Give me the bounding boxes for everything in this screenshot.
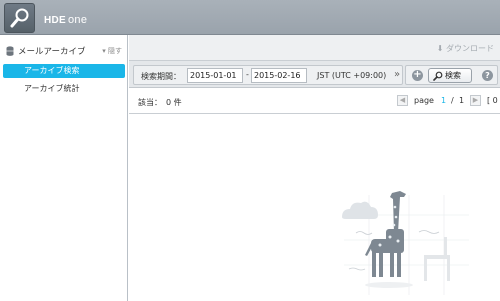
result-summary-bar: 該当： 0 件 ◀ page 1 / 1 ▶ [ 0 [129,89,500,114]
sidebar: メールアーカイブ ▾ 隠す アーカイブ検索 アーカイブ統計 [0,35,128,301]
search-button[interactable]: 検索 [428,68,472,83]
date-separator: - [246,70,249,79]
help-icon[interactable]: ? [482,70,493,81]
current-page[interactable]: 1 [441,96,446,105]
page-size-selector[interactable]: [ 0 [487,96,498,105]
search-actions: + 検索 ? [405,65,498,85]
brand-name: HDE one [44,14,87,26]
search-toolbar: 検索期間： 2015-01-01 - 2015-02-16 JST (UTC +… [129,61,500,88]
brand-bold: HDE [44,15,67,26]
sidebar-section-header: メールアーカイブ ▾ 隠す [6,45,124,57]
download-button[interactable]: ⬇ ダウンロード [437,43,494,54]
period-label: 検索期間： [141,72,181,81]
app-window: HDE one メールアーカイブ ▾ 隠す アーカイブ検索 アーカイブ統計 ⬇ ダ… [0,0,500,301]
app-logo[interactable] [4,3,35,33]
search-criteria-group: 検索期間： 2015-01-01 - 2015-02-16 JST (UTC +… [133,65,403,85]
pagination: ◀ page 1 / 1 ▶ [ 0 [397,95,500,108]
page-label: page [414,96,434,105]
main-panel: ⬇ ダウンロード 検索期間： 2015-01-01 - 2015-02-16 J… [129,35,500,301]
sidebar-section-title: メールアーカイブ [18,47,86,57]
search-icon [433,71,443,81]
date-to-input[interactable]: 2015-02-16 [251,68,307,83]
expand-criteria-button[interactable]: » [394,69,400,80]
sidebar-item-label: アーカイブ統計 [24,84,80,93]
sidebar-item-archive-stats[interactable]: アーカイブ統計 [3,82,125,96]
page-slash: / [451,96,454,105]
hide-label: 隠す [108,47,122,55]
result-count-value: 0 件 [166,98,182,107]
sidebar-hide-link[interactable]: ▾ 隠す [102,46,122,56]
result-count-label: 該当： [138,98,162,107]
search-icon [10,8,29,28]
sidebar-item-label: アーカイブ検索 [24,66,80,75]
results-area [129,115,500,301]
prev-page-button[interactable]: ◀ [397,95,408,106]
brand-light: one [68,14,88,26]
download-bar: ⬇ ダウンロード [129,35,500,61]
empty-state-giraffe-illustration [342,191,469,295]
date-from-input[interactable]: 2015-01-01 [187,68,243,83]
next-page-button[interactable]: ▶ [470,95,481,106]
add-condition-icon[interactable]: + [412,70,423,81]
timezone-label: JST (UTC +09:00) [317,71,387,80]
top-header: HDE one [0,0,500,35]
download-label: ダウンロード [446,44,494,53]
search-button-label: 検索 [445,71,461,80]
sidebar-item-archive-search[interactable]: アーカイブ検索 [3,64,125,78]
database-icon [6,46,14,56]
total-pages: 1 [459,96,465,105]
download-icon: ⬇ [436,44,444,53]
